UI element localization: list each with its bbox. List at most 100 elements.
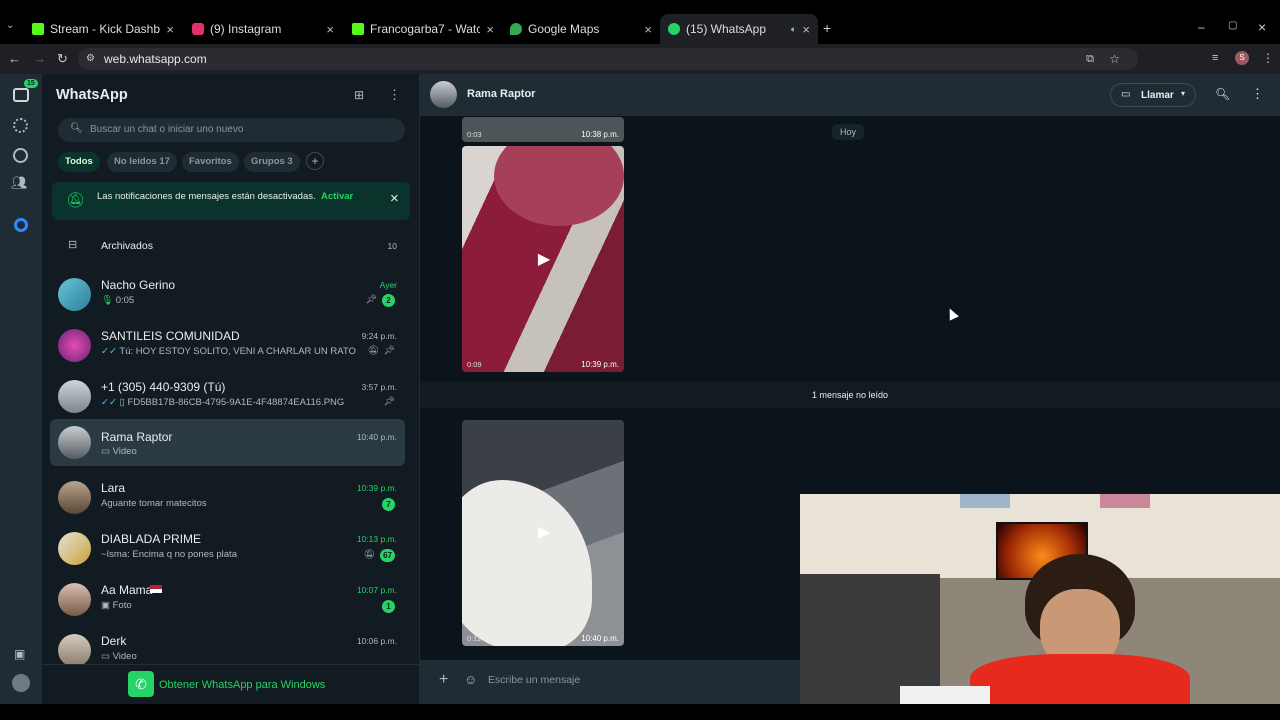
tab-label: Google Maps (528, 22, 600, 36)
kick-favicon-icon (32, 23, 44, 35)
search-icon: 🔍︎ (70, 123, 83, 134)
avatar (58, 380, 91, 413)
search-input[interactable]: 🔍︎ Buscar un chat o iniciar uno nuevo (58, 118, 405, 142)
instagram-favicon-icon (192, 23, 204, 35)
filter-todos[interactable]: Todos (58, 152, 100, 172)
chat-row-diablada-prime[interactable]: DIABLADA PRIME ~Isma: Encima q no pones … (50, 528, 405, 578)
browser-menu-icon[interactable]: ⋮ (1262, 51, 1274, 65)
archived-row[interactable]: ⊟ Archivados 10 (50, 234, 405, 258)
chat-row-nacho-gerino[interactable]: Nacho Gerino 🎙︎ 0:05 Ayer 📌︎ 2 (50, 274, 405, 324)
chat-time: 3:57 p.m. (361, 382, 397, 392)
chats-icon[interactable] (13, 88, 29, 102)
forward-icon[interactable]: → (33, 51, 46, 66)
wall-frame (960, 494, 1010, 508)
chat-preview: ✓✓ ▯ FD5BB17B-86CB-4795-9A1E-4F48874EA11… (101, 397, 361, 408)
profile-avatar[interactable]: S (1235, 51, 1249, 65)
close-window-icon[interactable]: × (1258, 19, 1266, 35)
chat-time: 10:39 p.m. (356, 483, 397, 493)
wall-frame (1100, 494, 1150, 508)
new-chat-icon[interactable]: ⊞ (354, 88, 364, 102)
filter-no-leidos[interactable]: No leídos 17 (107, 152, 177, 172)
muted-icon: 🔕︎ (367, 345, 379, 355)
chat-name: Rama Raptor (101, 430, 173, 444)
chat-preview: ✓✓ Tú: HOY ESTOY SOLITO, VENI A CHARLAR … (101, 346, 356, 357)
minimize-icon[interactable]: – (1198, 20, 1205, 34)
avatar (58, 426, 91, 459)
play-icon[interactable]: ▶ (534, 249, 554, 269)
tab-kick-dashboard[interactable]: Stream - Kick Dashboard × (24, 14, 182, 44)
chat-row-santileis-comunidad[interactable]: SANTILEIS COMUNIDAD ✓✓ Tú: HOY ESTOY SOL… (50, 325, 405, 375)
video-duration: 0:03 (467, 130, 482, 139)
sticker-icon[interactable]: ☺ (464, 672, 477, 687)
preview-text: Tú: HOY ESTOY SOLITO, VENI A CHARLAR UN … (119, 346, 356, 357)
tab-google-maps[interactable]: Google Maps × (502, 14, 660, 44)
site-info-icon[interactable]: ⚙ (86, 48, 95, 70)
tab-francogarba7-vod[interactable]: Francogarba7 - Watch the VOD × (344, 14, 502, 44)
unread-badge: 15 (24, 79, 38, 88)
message-time: 10:38 p.m. (581, 130, 619, 139)
video-call-icon: ▭ (1121, 89, 1131, 100)
attach-plus-icon[interactable]: + (439, 671, 448, 689)
bookmark-star-icon[interactable]: ☆ (1109, 48, 1120, 70)
conversation-header: Rama Raptor ▭ Llamar ▾ 🔍︎ ⋮ (420, 74, 1280, 116)
chat-row-aa-mama[interactable]: Aa Mama ▣ Foto 10:07 p.m. 1 (50, 579, 405, 629)
video-message[interactable]: 0:03 10:38 p.m. (462, 117, 624, 142)
search-icon[interactable]: 🔍︎ (1215, 87, 1230, 101)
status-icon[interactable] (13, 118, 28, 133)
avatar (58, 278, 91, 311)
close-tab-icon[interactable]: × (644, 22, 652, 37)
call-button[interactable]: ▭ Llamar ▾ (1110, 83, 1196, 107)
chat-preview: ~Isma: Encima q no pones plata (101, 549, 237, 560)
menu-icon[interactable]: ⋮ (388, 87, 401, 103)
address-url: web.whatsapp.com (104, 52, 207, 66)
notice-activate-link[interactable]: Activar (321, 191, 353, 202)
close-icon[interactable]: × (390, 190, 399, 207)
contact-avatar[interactable] (430, 81, 457, 108)
address-bar[interactable]: ⚙ web.whatsapp.com ⧉ ☆ (78, 48, 1138, 70)
maps-favicon-icon (510, 23, 522, 35)
play-icon[interactable]: ▶ (534, 522, 554, 542)
preview-text: 0:05 (115, 295, 135, 306)
maximize-icon[interactable]: ▢ (1228, 20, 1237, 31)
tab-instagram[interactable]: (9) Instagram × (184, 14, 342, 44)
tab-search-icon[interactable]: ⌄ (6, 20, 14, 31)
contact-name[interactable]: Rama Raptor (467, 88, 535, 100)
close-tab-icon[interactable]: × (166, 22, 174, 37)
new-tab-icon[interactable]: + (823, 20, 831, 36)
flag-icon (150, 585, 162, 593)
screen-bottom-edge (0, 704, 1280, 720)
filter-grupos[interactable]: Grupos 3 (244, 152, 300, 172)
video-message[interactable]: ▶ 0:11 10:40 p.m. (462, 420, 624, 646)
media-gallery-icon[interactable]: ▣ (14, 647, 25, 661)
avatar (58, 634, 91, 667)
meta-ai-icon[interactable] (14, 218, 28, 232)
unread-badge: 67 (380, 549, 395, 562)
video-message[interactable]: ▶ 0:09 10:39 p.m. (462, 146, 624, 372)
close-tab-icon[interactable]: × (326, 22, 334, 37)
media-controls-icon[interactable]: ≡ (1212, 52, 1218, 64)
back-icon[interactable]: ← (8, 51, 21, 66)
filter-favoritos[interactable]: Favoritos (182, 152, 239, 172)
close-tab-icon[interactable]: × (802, 22, 810, 37)
chat-row-lara[interactable]: Lara Aguante tomar matecitos 10:39 p.m. … (50, 477, 405, 527)
reload-icon[interactable]: ↻ (57, 51, 68, 67)
chat-time: 9:24 p.m. (361, 331, 397, 341)
add-filter-icon[interactable]: + (306, 152, 324, 170)
video-icon: ▭ (101, 651, 110, 662)
search-placeholder: Buscar un chat o iniciar uno nuevo (90, 124, 244, 135)
preview-text: Video (112, 446, 137, 457)
chat-row-rama-raptor[interactable]: Rama Raptor ▭ Video 10:40 p.m. (50, 419, 405, 466)
avatar (58, 329, 91, 362)
install-app-icon[interactable]: ⧉ (1086, 48, 1094, 70)
menu-icon[interactable]: ⋮ (1251, 86, 1264, 102)
chat-time: 10:07 p.m. (356, 585, 397, 595)
communities-icon[interactable]: 👥︎ (11, 175, 28, 191)
user-avatar[interactable] (12, 674, 30, 692)
download-banner[interactable]: ✆ Obtener WhatsApp para Windows (42, 664, 419, 704)
close-tab-icon[interactable]: × (486, 22, 494, 37)
channels-icon[interactable] (13, 148, 28, 163)
unread-divider: 1 mensaje no leído (420, 382, 1280, 408)
app-title: WhatsApp (56, 87, 128, 103)
message-input[interactable]: Escribe un mensaje (488, 674, 580, 686)
tab-whatsapp[interactable]: (15) WhatsApp 🔈︎ × (660, 14, 818, 44)
